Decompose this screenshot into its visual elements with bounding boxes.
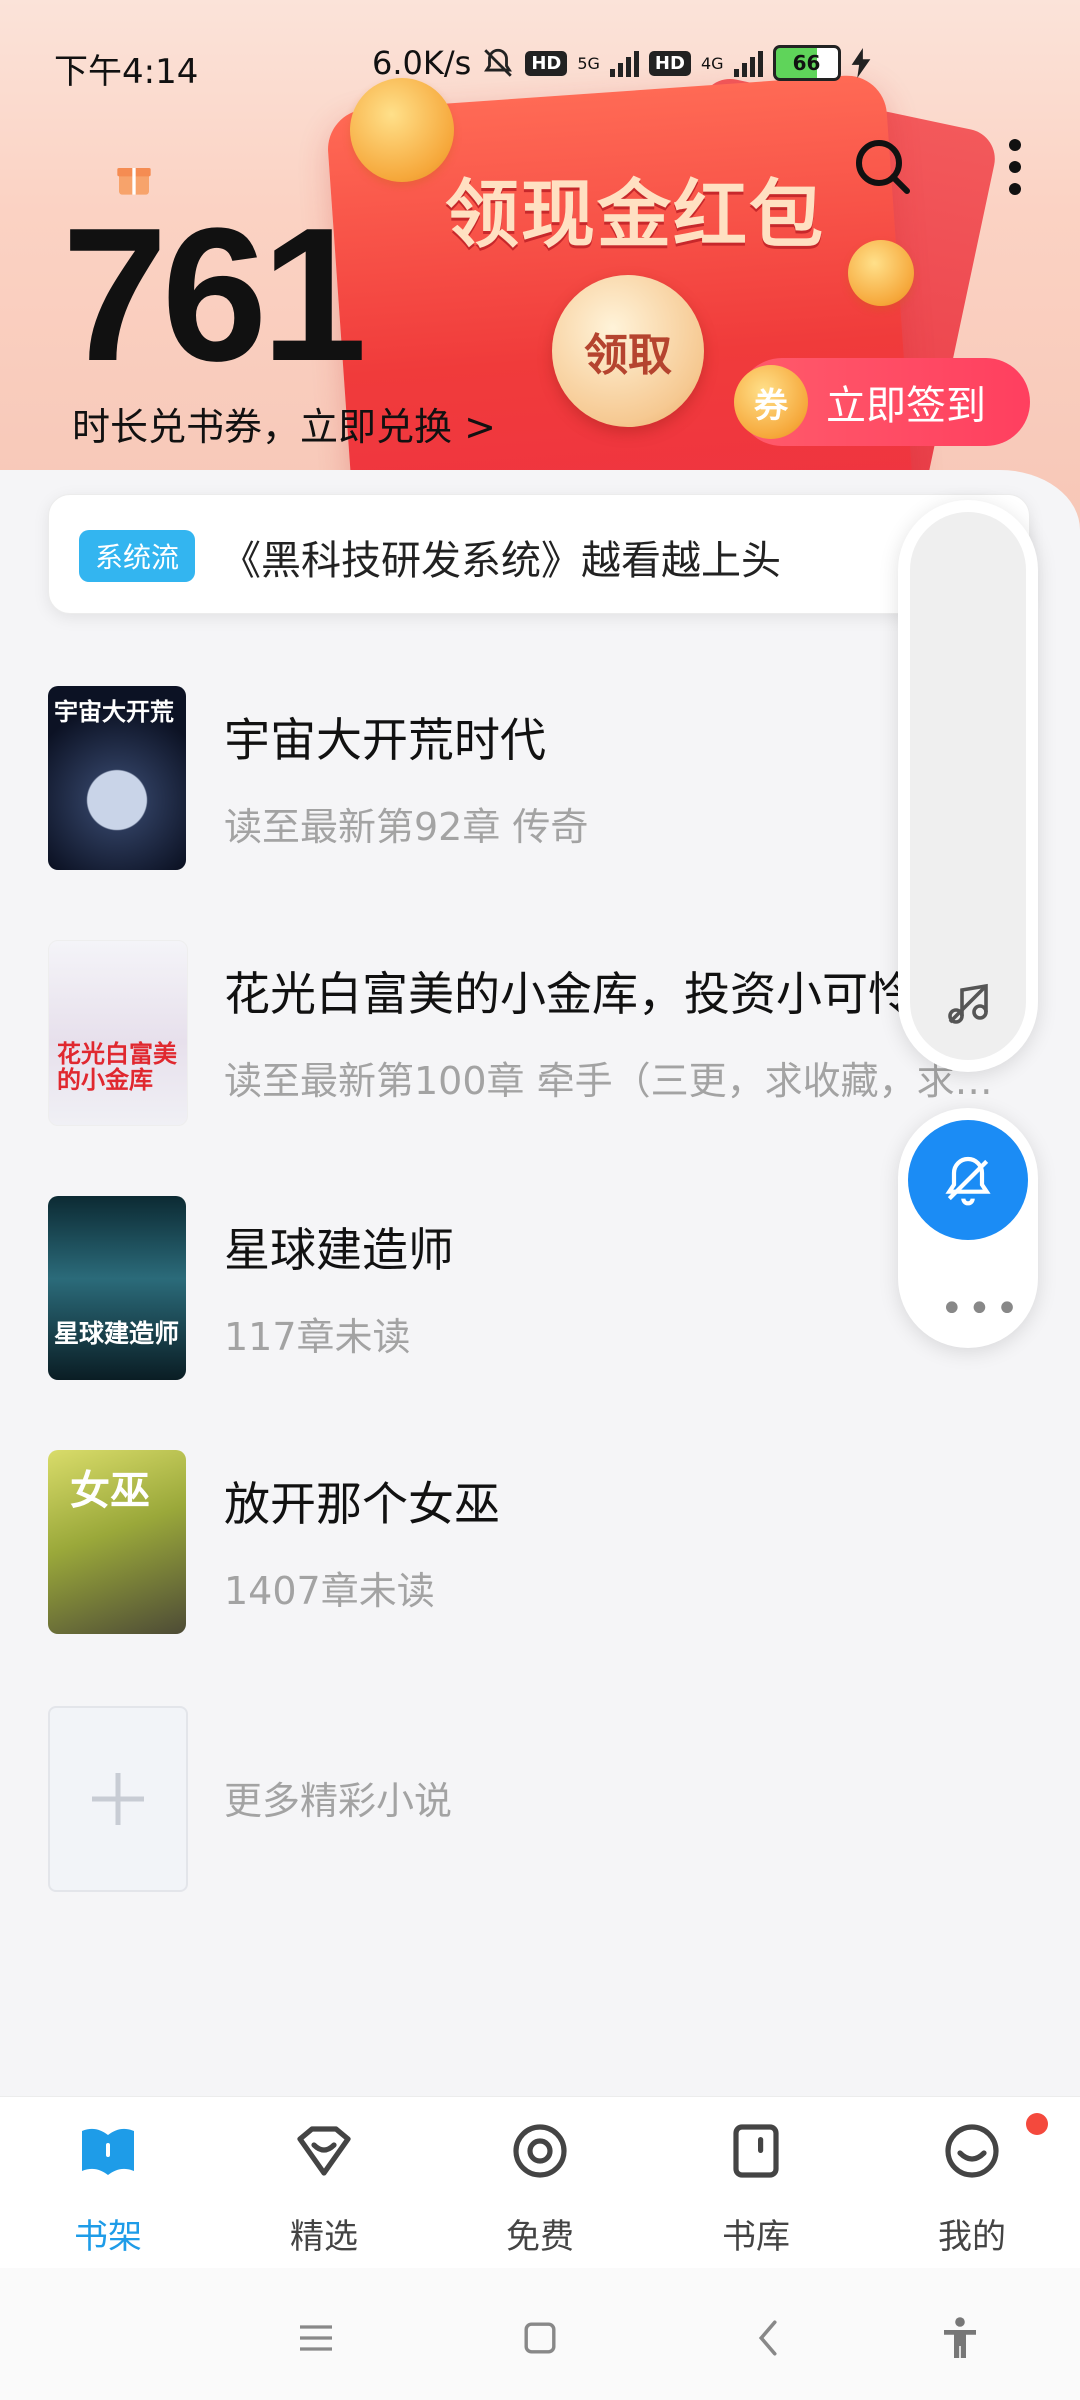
book-cover: 星球建造师	[48, 1196, 186, 1380]
floating-actions: •••	[898, 1108, 1038, 1348]
genre-tag: 系统流	[79, 530, 196, 582]
sign-in-button[interactable]: 券 立即签到	[734, 358, 1030, 446]
net-speed: 6.0K/s	[372, 44, 472, 82]
floating-player[interactable]	[898, 500, 1038, 1072]
charging-icon	[851, 48, 870, 78]
book-progress: 117章未读	[224, 1315, 411, 1359]
tab-label: 书架	[74, 2217, 142, 2257]
hd-badge: HD	[648, 50, 691, 76]
search-icon	[856, 140, 910, 194]
plus-icon	[92, 1773, 144, 1825]
back-button[interactable]	[738, 2308, 798, 2368]
coupon-icon: 券	[734, 365, 808, 439]
bell-off-icon	[945, 1156, 991, 1206]
signal-icon	[733, 49, 763, 77]
tab-label: 精选	[290, 2217, 358, 2257]
home-button[interactable]	[510, 2308, 570, 2368]
mute-icon	[484, 48, 513, 77]
back-chevron-icon	[758, 2320, 777, 2356]
menu-button[interactable]	[286, 2308, 346, 2368]
book-item[interactable]: 女巫 放开那个女巫 1407章未读	[48, 1450, 1048, 1634]
status-icons: 6.0K/s HD 5G HD 4G 66	[372, 44, 871, 82]
battery-icon: 66	[772, 45, 841, 81]
library-icon	[724, 2119, 788, 2183]
book-title: 宇宙大开荒时代	[224, 713, 546, 767]
add-more-books[interactable]: 更多精彩小说	[48, 1706, 1048, 1892]
envelope-title: 领现金红包	[445, 172, 825, 258]
profile-icon	[940, 2119, 1004, 2183]
book-progress: 读至最新第92章 传奇	[224, 805, 589, 849]
book-cover: 宇宙大开荒	[48, 686, 186, 870]
search-button[interactable]	[848, 132, 918, 202]
menu-icon	[300, 2325, 332, 2351]
add-book-tile	[48, 1706, 188, 1892]
net-type-1: 5G	[577, 53, 600, 73]
notification-dot	[1026, 2113, 1048, 2135]
book-title: 花光白富美的小金库，投资小可怜	[224, 967, 914, 1021]
tab-label: 免费	[506, 2217, 574, 2257]
tab-label: 书库	[722, 2217, 790, 2257]
music-off-icon	[948, 983, 988, 1024]
tab-label: 我的	[938, 2217, 1006, 2257]
tab-free[interactable]: 免费	[432, 2097, 648, 2269]
claim-button[interactable]: 领取	[552, 275, 704, 427]
book-cover: 女巫	[48, 1450, 186, 1634]
more-menu-button[interactable]	[980, 132, 1050, 202]
book-cover: 花光白富美 的小金库	[48, 940, 188, 1126]
tab-profile[interactable]: 我的	[864, 2097, 1080, 2269]
tab-library[interactable]: 书库	[648, 2097, 864, 2269]
more-horizontal-icon[interactable]: •••	[940, 1286, 1023, 1332]
tab-bookshelf[interactable]: 书架	[0, 2097, 216, 2269]
sign-in-label: 立即签到	[826, 383, 986, 429]
bottom-nav: 书架 精选 免费 书库 我的	[0, 2096, 1080, 2269]
net-type-2: 4G	[700, 53, 724, 73]
more-vertical-icon	[1009, 139, 1021, 195]
book-title: 星球建造师	[224, 1223, 454, 1277]
notification-toggle-button[interactable]	[908, 1120, 1028, 1240]
accessibility-icon	[944, 2317, 976, 2358]
free-icon	[508, 2119, 572, 2183]
voucher-balance: 761	[62, 189, 367, 401]
recommend-banner[interactable]: 系统流 《黑科技研发系统》越看越上头	[48, 494, 1030, 614]
recommend-text: 《黑科技研发系统》越看越上头	[221, 538, 781, 584]
hd-badge: HD	[525, 50, 568, 76]
more-books-label: 更多精彩小说	[224, 1779, 453, 1823]
player-track	[910, 512, 1026, 1060]
book-title: 放开那个女巫	[224, 1477, 500, 1531]
signal-icon	[609, 49, 639, 77]
tab-featured[interactable]: 精选	[216, 2097, 432, 2269]
featured-icon	[292, 2119, 356, 2183]
book-progress: 1407章未读	[224, 1569, 435, 1613]
exchange-link[interactable]: 时长兑书券，立即兑换 >	[72, 396, 496, 451]
home-square-icon	[524, 2322, 556, 2354]
system-nav-bar	[0, 2268, 1080, 2400]
coin-decoration	[848, 240, 914, 306]
bookshelf-icon	[76, 2119, 140, 2183]
accessibility-button[interactable]	[930, 2308, 990, 2368]
status-time: 下午4:14	[54, 52, 199, 92]
status-bar: 下午4:14 6.0K/s HD 5G HD 4G 66	[0, 0, 1080, 130]
